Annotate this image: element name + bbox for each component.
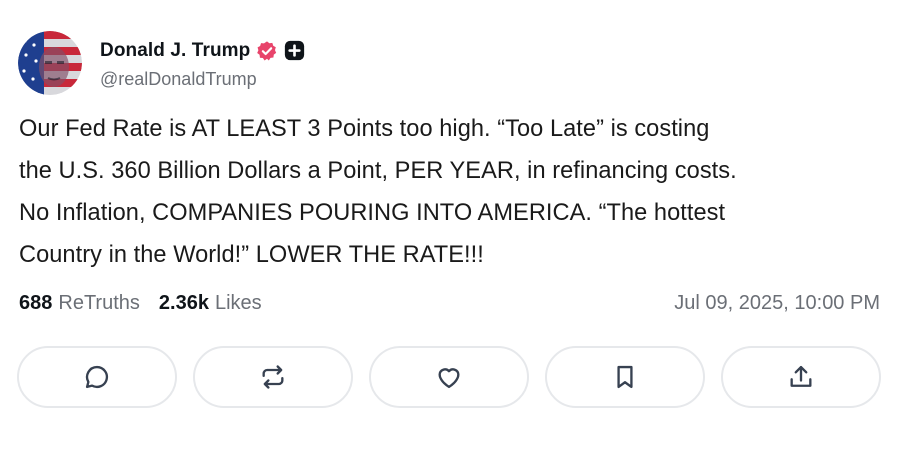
display-name[interactable]: Donald J. Trump — [100, 40, 250, 62]
retruths-stat[interactable]: 688 ReTruths — [19, 292, 140, 315]
reply-button[interactable] — [17, 346, 177, 408]
likes-stat[interactable]: 2.36k Likes — [159, 292, 262, 315]
retruth-button[interactable] — [193, 346, 353, 408]
bookmark-icon — [617, 365, 633, 389]
likes-count: 2.36k — [158, 292, 209, 314]
post-body-text: Our Fed Rate is AT LEAST 3 Points too hi… — [19, 116, 737, 268]
post-header: Donald J. Trump @realDonaldTrump — [18, 31, 305, 95]
likes-label: Likes — [214, 292, 262, 314]
truth-post: Donald J. Trump @realDonaldTrump Our Fed… — [0, 0, 904, 454]
retruths-label: ReTruths — [58, 292, 140, 314]
author-info: Donald J. Trump @realDonaldTrump — [100, 37, 305, 90]
action-bar — [17, 346, 881, 408]
reply-icon — [85, 365, 109, 389]
share-button[interactable] — [721, 346, 881, 408]
bookmark-button[interactable] — [545, 346, 705, 408]
retruth-icon — [262, 365, 284, 389]
share-icon — [790, 365, 812, 387]
like-icon — [438, 368, 460, 389]
username-handle[interactable]: @realDonaldTrump — [100, 69, 305, 90]
plus-badge-icon — [284, 40, 305, 61]
like-button[interactable] — [369, 346, 529, 408]
avatar[interactable] — [18, 31, 82, 95]
name-row: Donald J. Trump — [100, 37, 305, 65]
retruths-count: 688 — [19, 292, 53, 314]
post-timestamp: Jul 09, 2025, 10:00 PM — [674, 292, 880, 314]
verified-badge-icon — [256, 40, 278, 62]
engagement-stats: 688 ReTruths 2.36k Likes — [19, 292, 262, 315]
